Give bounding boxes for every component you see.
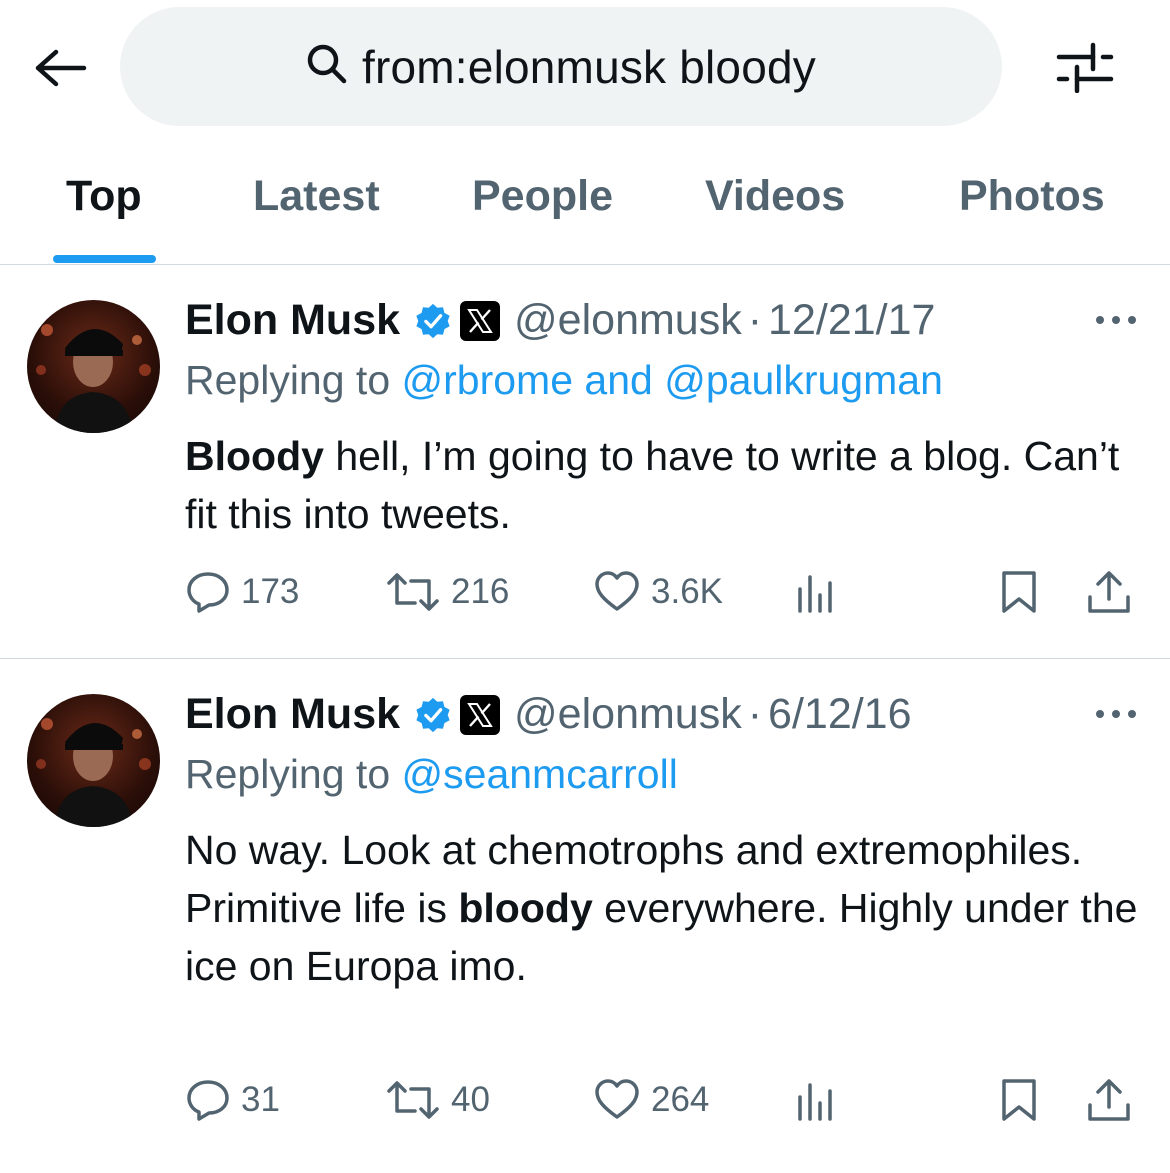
tab-people[interactable]: People	[472, 172, 613, 221]
back-arrow-icon[interactable]	[30, 40, 90, 96]
reply-button[interactable]: 31	[185, 1077, 280, 1123]
like-count: 3.6K	[651, 572, 723, 611]
verified-badge-icon	[416, 697, 450, 732]
mention-link[interactable]: @paulkrugman	[664, 357, 943, 403]
bookmark-button[interactable]	[999, 569, 1039, 615]
tab-videos[interactable]: Videos	[705, 172, 845, 221]
highlighted-keyword: Bloody	[185, 433, 324, 479]
repost-icon	[387, 1081, 439, 1119]
search-input[interactable]: from:elonmusk bloody	[120, 7, 1002, 126]
tweet-text-rest: hell, I’m going to have to write a blog.…	[185, 433, 1120, 537]
share-icon	[1088, 571, 1130, 613]
repost-icon	[387, 573, 439, 611]
views-button[interactable]	[795, 569, 837, 615]
search-icon	[306, 43, 348, 90]
tweet[interactable]: Elon Musk @elonmusk · 6/12/16 Replying t…	[0, 659, 1170, 1173]
reply-icon	[187, 572, 229, 613]
author-name[interactable]: Elon Musk	[185, 690, 400, 739]
filter-sliders-icon[interactable]	[1050, 36, 1120, 98]
tab-top[interactable]: Top	[66, 172, 142, 221]
bookmark-icon	[1002, 1079, 1036, 1121]
heart-icon	[595, 1079, 639, 1119]
repost-count: 216	[451, 572, 510, 611]
share-button[interactable]	[1085, 569, 1133, 615]
reply-count: 173	[241, 572, 300, 611]
top-bar: from:elonmusk bloody	[0, 0, 1170, 130]
author-handle[interactable]: @elonmusk	[514, 296, 742, 345]
tweet-actions: 31 40 264	[185, 1077, 1145, 1127]
tab-latest[interactable]: Latest	[253, 172, 380, 221]
reply-count: 31	[241, 1080, 280, 1119]
share-icon	[1088, 1079, 1130, 1121]
tweet-date[interactable]: 6/12/16	[768, 690, 911, 739]
x-affiliation-badge-icon	[460, 694, 501, 735]
replying-to: Replying to @rbrome and @paulkrugman	[185, 357, 943, 404]
more-options-icon[interactable]	[1092, 310, 1140, 330]
avatar[interactable]	[27, 300, 160, 433]
mention-joiner[interactable]: and	[573, 357, 664, 403]
tweet[interactable]: Elon Musk @elonmusk · 12/21/17 Replying …	[0, 265, 1170, 658]
reply-icon	[187, 1080, 229, 1121]
bookmark-icon	[1002, 571, 1036, 613]
tweet-actions: 173 216 3.6K	[185, 569, 1145, 619]
author-name[interactable]: Elon Musk	[185, 296, 400, 345]
like-button[interactable]: 3.6K	[593, 569, 723, 615]
tweet-text: Bloody hell, I’m going to have to write …	[185, 427, 1145, 543]
tweet-header: Elon Musk @elonmusk · 6/12/16	[185, 690, 912, 739]
search-tabs: Top Latest People Videos Photos	[0, 140, 1170, 264]
more-options-icon[interactable]	[1092, 704, 1140, 724]
views-bar-chart-icon	[798, 1083, 832, 1121]
highlighted-keyword: bloody	[458, 885, 593, 931]
like-count: 264	[651, 1080, 710, 1119]
reply-button[interactable]: 173	[185, 569, 299, 615]
mention-link[interactable]: @seanmcarroll	[402, 751, 678, 797]
verified-badge-icon	[416, 303, 450, 338]
search-query: from:elonmusk bloody	[362, 40, 816, 93]
tweet-header: Elon Musk @elonmusk · 12/21/17	[185, 296, 935, 345]
heart-icon	[595, 571, 639, 611]
tweet-text: No way. Look at chemotrophs and extremop…	[185, 821, 1145, 995]
separator-dot: ·	[747, 690, 763, 738]
author-handle[interactable]: @elonmusk	[514, 690, 742, 739]
like-button[interactable]: 264	[593, 1077, 709, 1123]
mention-link[interactable]: @rbrome	[402, 357, 574, 403]
avatar[interactable]	[27, 694, 160, 827]
tweet-date[interactable]: 12/21/17	[768, 296, 935, 345]
x-affiliation-badge-icon	[460, 300, 501, 341]
separator-dot: ·	[747, 296, 763, 344]
views-bar-chart-icon	[798, 575, 832, 613]
replying-to-label: Replying to	[185, 357, 402, 403]
views-button[interactable]	[795, 1077, 837, 1123]
active-tab-indicator	[53, 255, 156, 263]
share-button[interactable]	[1085, 1077, 1133, 1123]
replying-to-label: Replying to	[185, 751, 402, 797]
repost-count: 40	[451, 1080, 490, 1119]
repost-button[interactable]: 40	[385, 1077, 490, 1123]
repost-button[interactable]: 216	[385, 569, 509, 615]
bookmark-button[interactable]	[999, 1077, 1039, 1123]
replying-to: Replying to @seanmcarroll	[185, 751, 678, 798]
tab-photos[interactable]: Photos	[959, 172, 1105, 221]
